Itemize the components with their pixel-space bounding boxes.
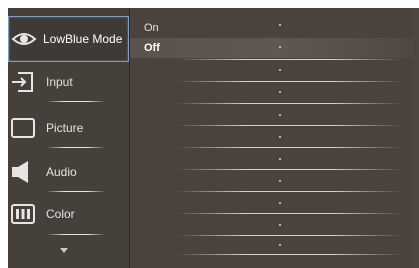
menu-divider — [46, 147, 106, 148]
menu-item-label: Input — [46, 75, 73, 89]
submenu: On Off — [130, 8, 419, 268]
menu-item-color[interactable]: Color — [8, 192, 129, 236]
row-divider — [176, 81, 402, 82]
row-dot — [279, 224, 281, 226]
input-icon — [10, 69, 36, 95]
menu-item-audio[interactable]: Audio — [8, 150, 129, 194]
menu-item-label: Color — [46, 207, 75, 221]
row-dot — [279, 244, 281, 246]
row-dot — [279, 69, 281, 71]
row-divider — [176, 254, 402, 255]
row-dot — [279, 202, 281, 204]
chevron-down-icon[interactable] — [60, 248, 68, 253]
row-divider — [176, 235, 402, 236]
main-menu: LowBlue Mode Input Picture Audio Color — [8, 8, 130, 268]
osd-window: LowBlue Mode Input Picture Audio Color O… — [0, 0, 419, 268]
row-divider — [176, 169, 402, 170]
menu-item-label: Audio — [46, 165, 77, 179]
row-dot — [279, 24, 281, 26]
color-icon — [10, 201, 36, 227]
option-label: On — [144, 22, 159, 34]
menu-item-picture[interactable]: Picture — [8, 106, 129, 150]
option-off[interactable]: Off — [130, 38, 419, 58]
row-divider — [176, 125, 402, 126]
row-divider — [176, 59, 402, 60]
row-divider — [176, 191, 402, 192]
row-divider — [176, 213, 402, 214]
menu-item-lowblue-mode[interactable]: LowBlue Mode — [8, 16, 129, 62]
option-on[interactable]: On — [130, 18, 419, 38]
option-label: Off — [144, 42, 160, 54]
eye-icon — [11, 26, 37, 52]
row-dot — [279, 91, 281, 93]
row-divider — [176, 103, 402, 104]
menu-divider — [46, 234, 106, 235]
scroll-track — [413, 8, 419, 268]
picture-icon — [10, 115, 36, 141]
menu-item-label: LowBlue Mode — [43, 32, 123, 46]
menu-divider — [46, 101, 106, 102]
row-dot — [279, 180, 281, 182]
osd-panel: LowBlue Mode Input Picture Audio Color O… — [8, 8, 419, 268]
row-dot — [279, 114, 281, 116]
menu-item-label: Picture — [46, 121, 84, 135]
row-divider — [176, 147, 402, 148]
menu-item-input[interactable]: Input — [8, 60, 129, 104]
row-dot — [279, 136, 281, 138]
row-dot — [279, 158, 281, 160]
speaker-icon — [10, 159, 36, 185]
row-dot — [279, 46, 281, 48]
